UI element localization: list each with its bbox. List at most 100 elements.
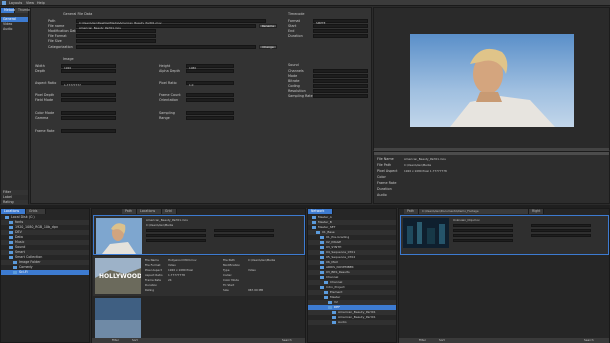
pixel-depth-field[interactable] xyxy=(61,93,116,97)
sound-label: Resolution xyxy=(288,89,306,93)
clip2-label: Rating xyxy=(145,288,155,292)
sampling-rate-field[interactable] xyxy=(313,94,368,98)
tab-metadata[interactable]: Metadata xyxy=(1,8,19,13)
color-mode-field[interactable] xyxy=(61,111,116,115)
image-label: Gamma xyxy=(35,116,49,120)
frame-rate-field[interactable] xyxy=(61,129,116,133)
clip-card[interactable]: American_Beauty_Part01.mov C:\Users\dev\… xyxy=(93,215,305,255)
field-mode-field[interactable] xyxy=(61,98,116,102)
clip2-label: File Name xyxy=(145,258,159,262)
image-label: Alpha Depth xyxy=(159,69,181,73)
sampling-field[interactable] xyxy=(186,111,234,115)
folder-icon xyxy=(5,215,9,219)
clip-field xyxy=(453,229,513,232)
path-breadcrumb[interactable]: C:\Users\dev\Documents\Demo_Footage xyxy=(419,209,529,214)
folder-icon xyxy=(320,245,324,249)
width-field[interactable]: 1920 xyxy=(61,64,116,70)
path-field[interactable]: C:\Users\dev\Desktop\Media\American_Beau… xyxy=(76,19,266,25)
depth-field[interactable] xyxy=(61,69,116,73)
tc-end-field[interactable] xyxy=(313,29,368,33)
change-button[interactable]: Change xyxy=(259,45,277,49)
aspect-ratio-field[interactable]: 1.77777777 xyxy=(61,81,116,87)
clip2-label: Aspect Ratio xyxy=(145,273,163,277)
folder-icon xyxy=(328,305,332,309)
left-sidebar: Metadata Thumbnails General Video Audio … xyxy=(0,7,37,205)
clip-field xyxy=(146,239,206,242)
info-label: Audio xyxy=(377,193,387,197)
pixel-ratio-field[interactable]: 1.0 xyxy=(186,81,234,87)
clip2-label: Modification xyxy=(223,263,241,267)
frame-count-field[interactable] xyxy=(186,93,234,97)
folder-icon xyxy=(328,300,332,304)
alpha-depth-field[interactable] xyxy=(186,69,234,73)
file-name-field[interactable]: American_Beauty_Part01.mov xyxy=(76,24,256,30)
general-label: Categorization xyxy=(48,45,73,49)
folder-icon xyxy=(13,270,17,274)
folder-icon xyxy=(9,245,13,249)
clip-browser-panel: Path Locations Grid American_Beauty_Part… xyxy=(91,208,306,343)
tab-locations[interactable]: Locations xyxy=(1,209,26,214)
modification-date-field[interactable] xyxy=(76,29,156,33)
general-label: File Format xyxy=(48,34,67,38)
range-field[interactable] xyxy=(186,116,234,120)
pixel-ratio-value: 1.0 xyxy=(189,83,194,87)
clip2-label: File Path xyxy=(223,258,235,262)
clip-card[interactable]: HOLLYWOOD File Name Hollywood MOV.mov Fi… xyxy=(93,256,305,296)
footer-filter[interactable]: Filter xyxy=(112,338,119,342)
tc-format-field[interactable]: SMPTE xyxy=(313,19,368,25)
footer-search[interactable]: Search xyxy=(584,338,594,342)
file-size-field[interactable] xyxy=(76,39,156,43)
file-format-field[interactable] xyxy=(76,34,156,38)
image-label: Orientation xyxy=(159,98,179,102)
menu-layouts[interactable]: Layouts xyxy=(9,1,22,5)
tab-network[interactable]: Network xyxy=(308,209,333,214)
tab-grid[interactable]: Grid xyxy=(162,209,177,214)
folder-icon xyxy=(320,275,324,279)
image-label: Range xyxy=(159,116,170,120)
tab-grids[interactable]: Grids xyxy=(26,209,46,214)
resolution-field[interactable] xyxy=(313,89,368,93)
tc-duration-field[interactable] xyxy=(313,34,368,38)
app-icon xyxy=(2,1,6,5)
clip2-label: Color Mode xyxy=(223,278,239,282)
sidebar-item-audio[interactable]: Audio xyxy=(1,27,28,32)
folder-icon xyxy=(320,285,324,289)
tab-right[interactable]: Right xyxy=(529,209,544,214)
clip-field xyxy=(453,224,513,227)
menu-view[interactable]: View xyxy=(26,1,34,5)
rename-button[interactable]: Rename xyxy=(259,24,277,28)
image-label: Pixel Ratio xyxy=(159,81,177,85)
folder-icon xyxy=(320,235,324,239)
clip2-label: Pixel Aspect xyxy=(145,268,162,272)
footer-filter[interactable]: Filter xyxy=(419,338,426,342)
clip2-label: Frame Rate xyxy=(145,278,162,282)
height-field[interactable]: 1080 xyxy=(186,64,234,70)
info-label: File Path xyxy=(377,163,392,167)
footer-search[interactable]: Search xyxy=(282,338,292,342)
orientation-field[interactable] xyxy=(186,98,234,102)
menu-bar: Layouts View Help xyxy=(0,0,610,6)
tc-start-field[interactable] xyxy=(313,24,368,28)
locations-panel: Locations Grids Local Disk (C:) fonts 19… xyxy=(0,208,90,343)
channels-field[interactable] xyxy=(313,69,368,73)
footer-sort[interactable]: Sort xyxy=(439,338,445,342)
preview-image xyxy=(410,34,574,127)
tree-item[interactable]: Audio xyxy=(308,320,396,325)
bitrate-field[interactable] xyxy=(313,79,368,83)
menu-help[interactable]: Help xyxy=(37,1,45,5)
tab-path[interactable]: Path xyxy=(122,209,137,214)
gamma-field[interactable] xyxy=(61,116,116,120)
mode-field[interactable] xyxy=(313,74,368,78)
tree-item[interactable]: Sci-Fi xyxy=(1,270,89,275)
tab-path-right[interactable]: Path xyxy=(404,209,419,214)
tab-locations-mid[interactable]: Locations xyxy=(137,209,162,214)
aspect-ratio-value: 1.77777777 xyxy=(64,83,81,87)
categorization-field[interactable] xyxy=(76,45,256,49)
footer-sort[interactable]: Sort xyxy=(132,338,138,342)
timecode-label: Start xyxy=(288,24,297,28)
coding-field[interactable] xyxy=(313,84,368,88)
clip-card[interactable]: Unknown_Clip.mov xyxy=(400,215,609,255)
tab-thumbnails[interactable]: Thumbnails xyxy=(15,8,37,13)
clip-thumbnail-3[interactable] xyxy=(95,298,141,338)
info-label: Color xyxy=(377,175,386,179)
